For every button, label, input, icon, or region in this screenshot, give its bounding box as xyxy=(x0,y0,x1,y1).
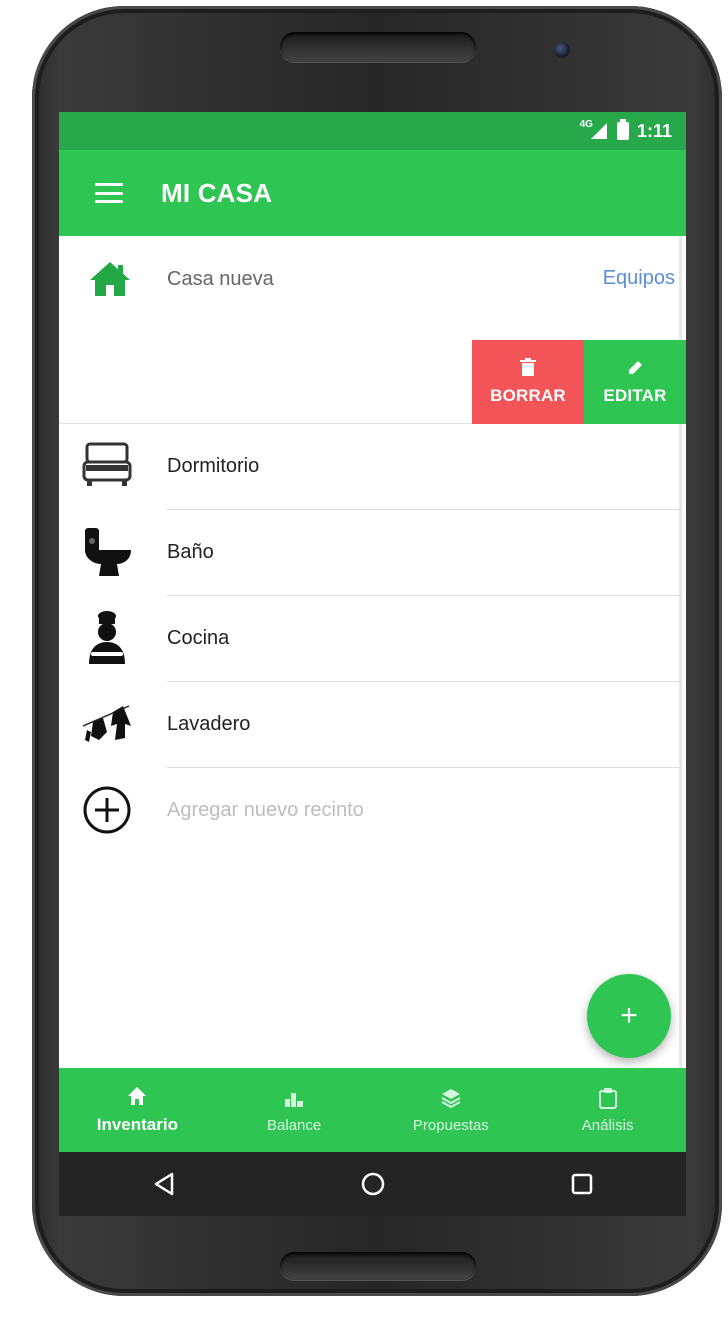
edit-button[interactable]: EDITAR xyxy=(584,340,686,424)
pencil-icon xyxy=(629,361,642,374)
add-fab-button[interactable]: + xyxy=(587,974,671,1058)
nav-item-inventario[interactable]: Inventario xyxy=(59,1068,216,1152)
room-label: Lavadero xyxy=(167,713,251,735)
nav-label: Inventario xyxy=(96,1115,178,1134)
layers-icon xyxy=(441,1088,461,1108)
bed-icon xyxy=(82,442,132,486)
equipos-link[interactable]: Equipos xyxy=(603,267,675,290)
nav-item-analisis[interactable]: Análisis xyxy=(529,1068,686,1152)
house-name: Casa nueva xyxy=(167,268,274,290)
room-list: Dormitorio Baño Cocina Lavadero Agregar … xyxy=(59,424,681,854)
home-button[interactable] xyxy=(353,1164,393,1204)
home-circle-icon xyxy=(361,1172,384,1196)
home-icon xyxy=(90,262,130,296)
recents-button[interactable] xyxy=(562,1164,602,1204)
nav-item-balance[interactable]: Balance xyxy=(216,1068,373,1152)
nav-label: Análisis xyxy=(581,1116,634,1134)
house-header[interactable]: Casa nueva Equipos xyxy=(59,236,681,322)
recents-square-icon xyxy=(571,1173,592,1195)
status-time: 1:11 xyxy=(636,120,672,141)
swipe-actions: BORRAR EDITAR xyxy=(59,322,686,424)
plus-icon: + xyxy=(620,999,638,1032)
main-content: Casa nueva Equipos BORRAR EDITAR Dormito… xyxy=(59,236,686,1068)
add-room-placeholder: Agregar nuevo recinto xyxy=(167,799,364,821)
earpiece-speaker xyxy=(280,32,476,62)
bar-chart-icon xyxy=(285,1092,304,1107)
trash-icon xyxy=(520,358,536,376)
list-item[interactable]: Lavadero xyxy=(59,682,681,768)
delete-button[interactable]: BORRAR xyxy=(472,340,584,424)
laundry-icon xyxy=(82,705,131,742)
bottom-speaker xyxy=(280,1252,476,1280)
app-screen: 4G 1:11 MI CASA Casa nueva Equipos BORRA… xyxy=(59,112,686,1152)
list-item[interactable]: Cocina xyxy=(59,596,681,682)
list-item[interactable]: Dormitorio xyxy=(59,424,681,510)
nav-label: Balance xyxy=(267,1116,322,1134)
system-navigation-bar xyxy=(59,1152,686,1216)
list-item[interactable]: Baño xyxy=(59,510,681,596)
front-camera xyxy=(554,42,570,58)
toilet-icon xyxy=(85,528,131,576)
room-label: Cocina xyxy=(167,627,230,649)
room-label: Dormitorio xyxy=(167,455,260,477)
delete-label: BORRAR xyxy=(490,386,566,405)
nav-item-propuestas[interactable]: Propuestas xyxy=(373,1068,530,1152)
back-triangle-icon xyxy=(154,1172,173,1196)
add-circle-icon xyxy=(83,786,131,834)
add-room-row[interactable]: Agregar nuevo recinto xyxy=(59,768,681,854)
app-bar: MI CASA xyxy=(59,150,686,236)
bottom-navigation: Inventario Balance Propuestas Análisis xyxy=(59,1068,686,1152)
status-bar: 4G 1:11 xyxy=(59,112,686,150)
clipboard-icon xyxy=(598,1087,617,1109)
edit-label: EDITAR xyxy=(603,386,667,405)
chef-icon xyxy=(89,611,125,664)
home-icon xyxy=(128,1087,147,1105)
menu-icon[interactable] xyxy=(95,183,123,203)
room-label: Baño xyxy=(167,541,214,563)
page-title: MI CASA xyxy=(161,177,273,208)
nav-label: Propuestas xyxy=(412,1116,489,1134)
battery-icon xyxy=(616,119,629,140)
signal-icon xyxy=(590,123,607,139)
back-button[interactable] xyxy=(144,1164,184,1204)
